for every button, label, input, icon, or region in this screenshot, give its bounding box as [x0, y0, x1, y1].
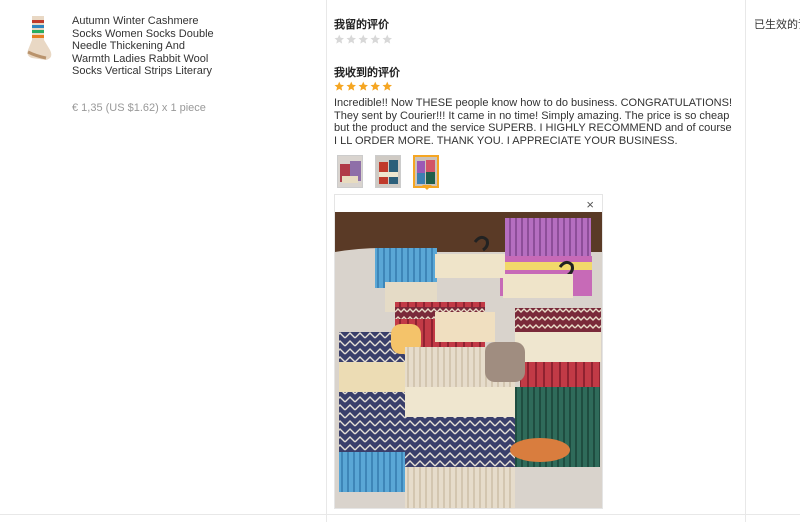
- review-photo-thumb-3[interactable]: [413, 155, 439, 188]
- close-icon[interactable]: ×: [586, 198, 594, 212]
- star-filled-icon: [382, 81, 392, 91]
- right-column-heading: 已生效的评: [754, 19, 800, 31]
- my-review-heading: 我留的评价: [334, 19, 389, 31]
- star-filled-icon: [358, 81, 368, 91]
- review-photo-large: [335, 212, 602, 508]
- star-empty-icon: [382, 34, 392, 44]
- column-divider: [326, 0, 327, 522]
- my-review-stars: [334, 34, 393, 45]
- received-review-stars: [334, 81, 393, 92]
- photo-viewer: ×: [334, 194, 603, 509]
- star-empty-icon: [346, 34, 356, 44]
- product-title[interactable]: Autumn Winter Cashmere Socks Women Socks…: [72, 15, 222, 78]
- column-divider: [745, 0, 746, 522]
- product-price: € 1,35 (US $1.62) x 1 piece: [72, 102, 206, 114]
- star-empty-icon: [358, 34, 368, 44]
- product-thumbnail[interactable]: [18, 14, 62, 62]
- star-empty-icon: [334, 34, 344, 44]
- star-filled-icon: [346, 81, 356, 91]
- review-photo-thumb-1[interactable]: [337, 155, 363, 188]
- star-filled-icon: [334, 81, 344, 91]
- star-filled-icon: [370, 81, 380, 91]
- review-photo-thumbnails: [337, 155, 439, 188]
- row-divider: [0, 514, 800, 515]
- received-review-heading: 我收到的评价: [334, 67, 400, 79]
- review-photo-thumb-2[interactable]: [375, 155, 401, 188]
- review-text: Incredible!! Now THESE people know how t…: [334, 97, 732, 147]
- selected-thumb-caret: [422, 185, 432, 190]
- star-empty-icon: [370, 34, 380, 44]
